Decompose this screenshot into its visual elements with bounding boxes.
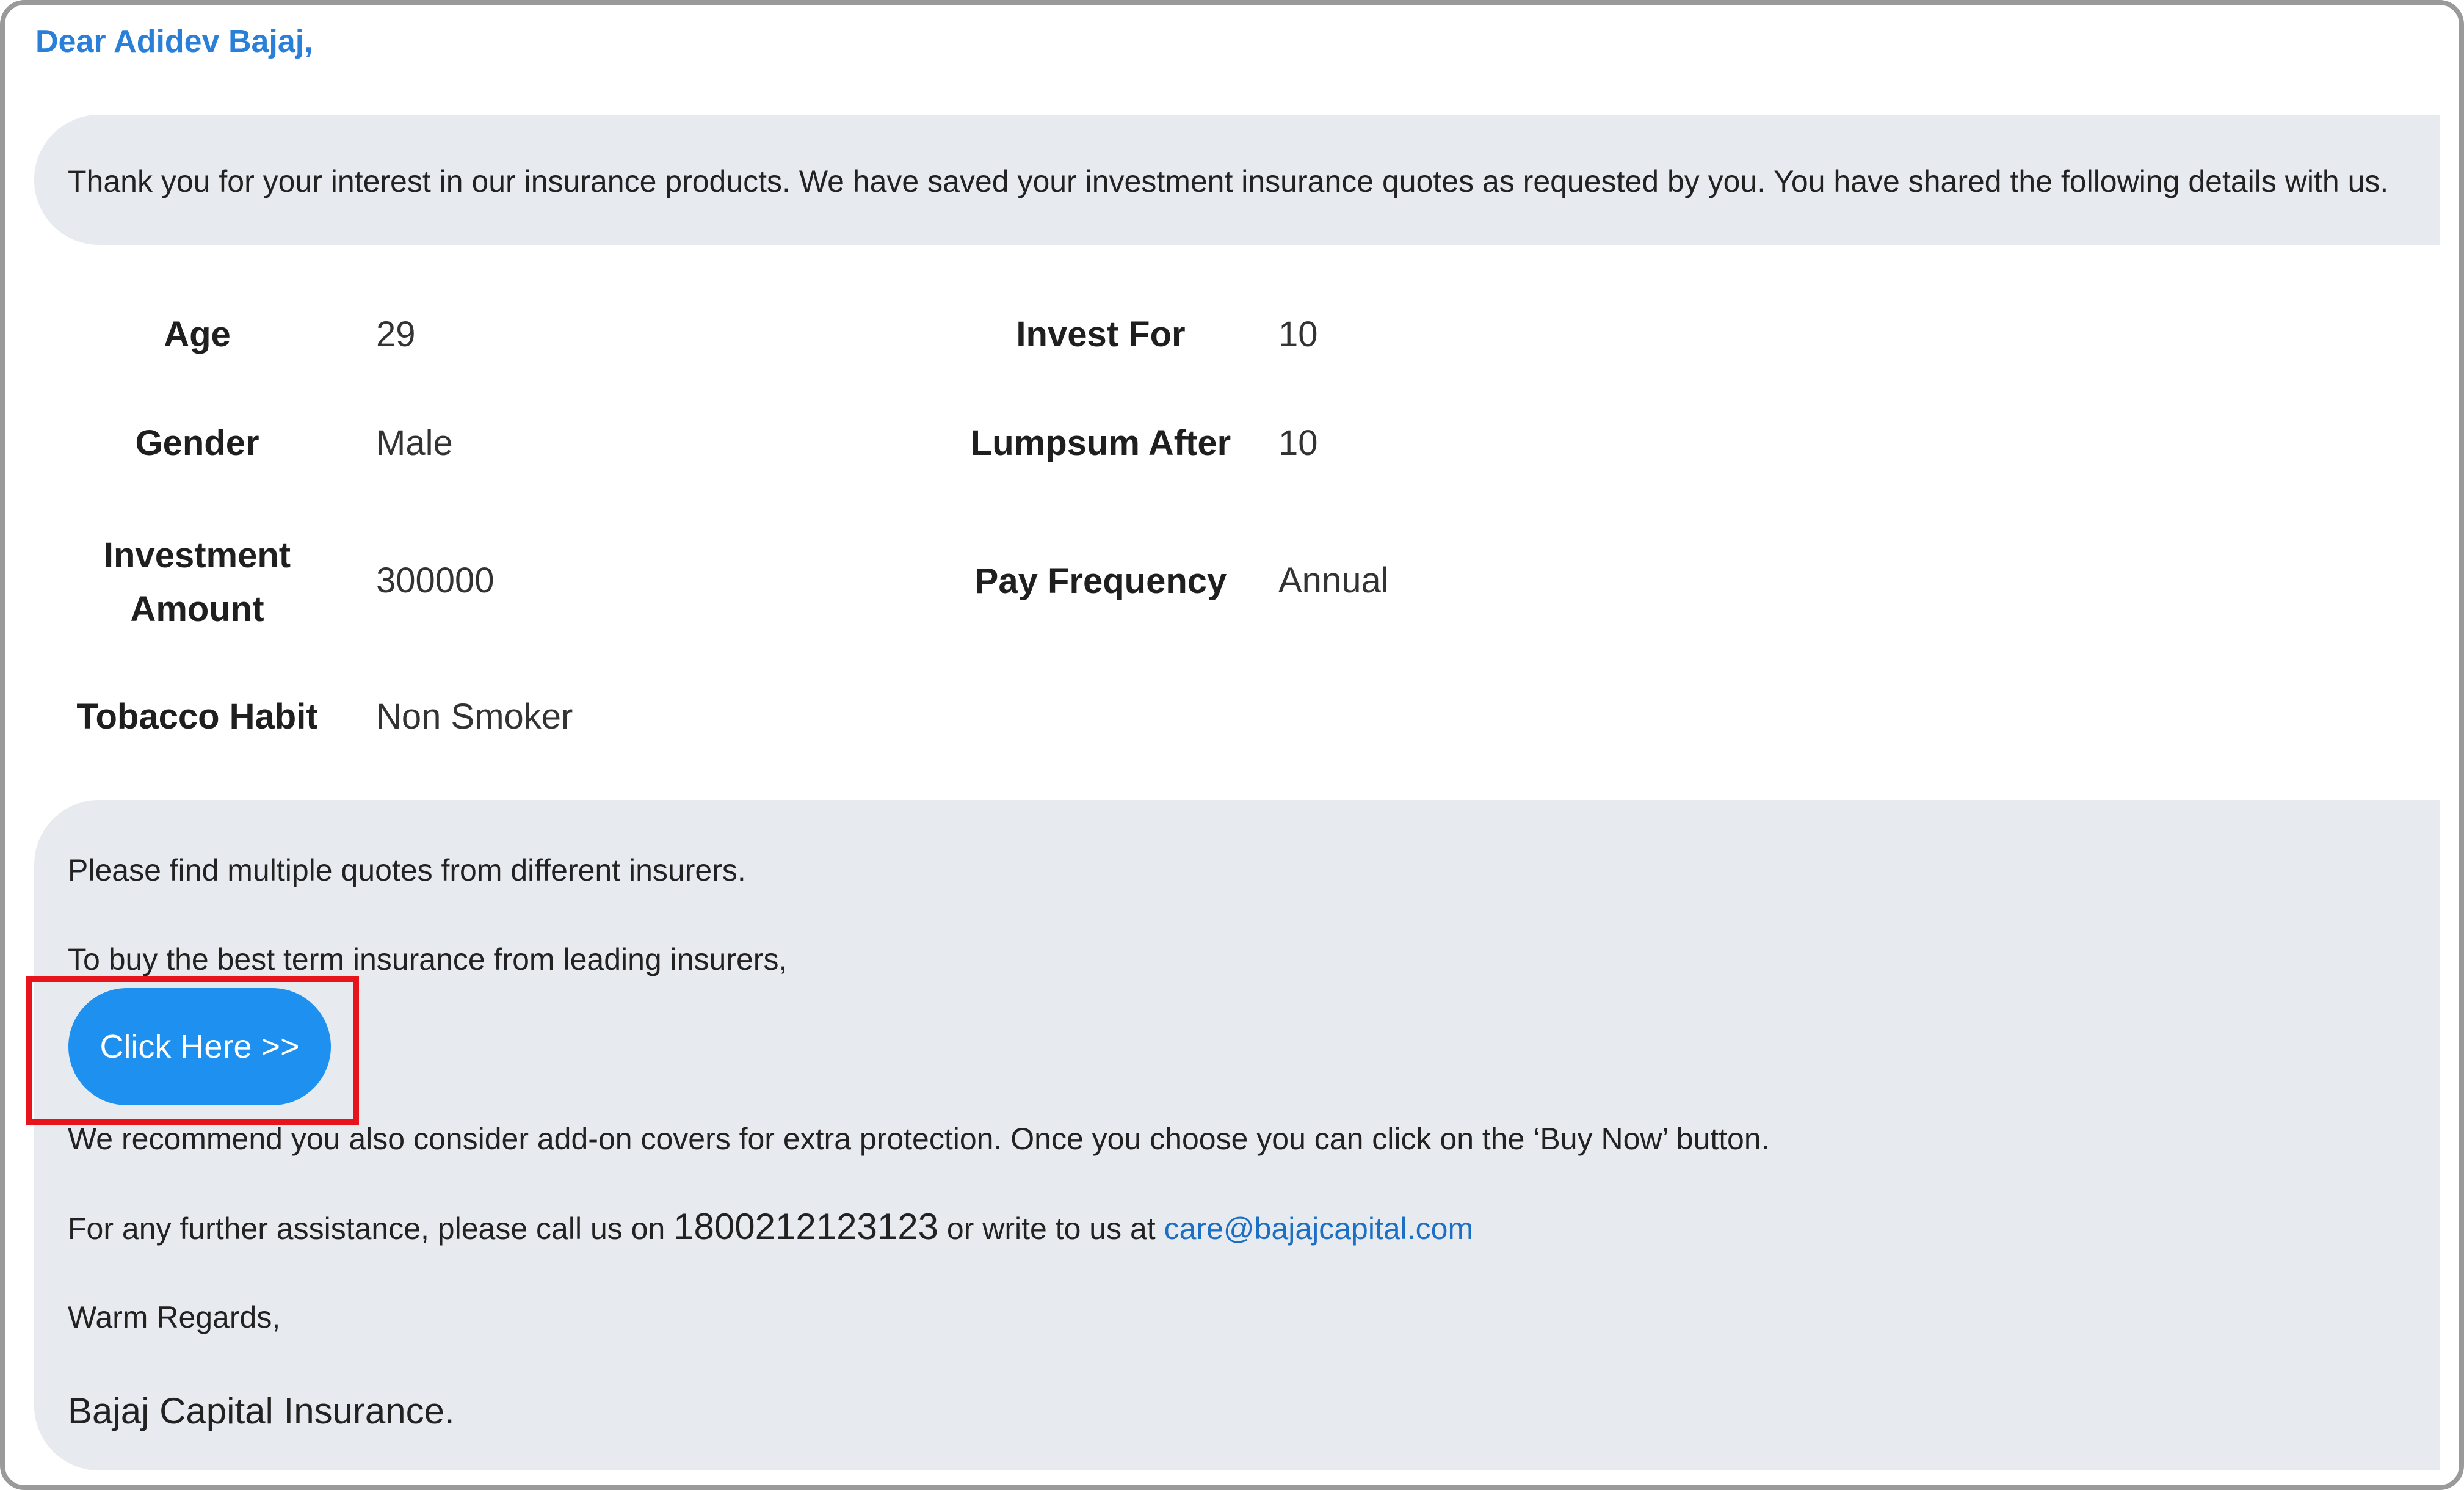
assistance-middle: or write to us at	[938, 1212, 1164, 1246]
investment-amount-value: 300000	[376, 561, 495, 600]
invest-for-value: 10	[1278, 314, 1318, 354]
investment-label-line2: Amount	[130, 589, 264, 629]
age-label: Age	[164, 314, 231, 354]
tobacco-habit-label: Tobacco Habit	[76, 697, 318, 736]
intro-panel: Thank you for your interest in our insur…	[34, 115, 2440, 245]
age-value: 29	[376, 314, 416, 354]
signature-text: Bajaj Capital Insurance.	[68, 1390, 455, 1431]
assistance-prefix: For any further assistance, please call …	[68, 1212, 674, 1246]
click-here-button[interactable]: Click Here >>	[68, 988, 331, 1105]
pay-frequency-value: Annual	[1278, 561, 1389, 600]
email-link[interactable]: care@bajajcapital.com	[1164, 1212, 1474, 1246]
quotes-line-2: To buy the best term insurance from lead…	[68, 942, 788, 976]
email-view: Dear Adidev Bajaj, Thank you for your in…	[0, 0, 2464, 1490]
pay-frequency-label: Pay Frequency	[974, 561, 1227, 601]
assistance-line: For any further assistance, please call …	[68, 1205, 1473, 1248]
quotes-line-1: Please find multiple quotes from differe…	[68, 853, 746, 887]
lumpsum-after-label: Lumpsum After	[970, 423, 1231, 463]
gender-value: Male	[376, 423, 453, 463]
quotes-panel: Please find multiple quotes from differe…	[34, 800, 2440, 1470]
investment-label-line1: Investment	[103, 536, 291, 575]
quotes-line-3: We recommend you also consider add-on co…	[68, 1122, 1770, 1156]
phone-number: 1800212123123	[673, 1206, 938, 1247]
gender-label: Gender	[135, 423, 259, 463]
regards-text: Warm Regards,	[68, 1300, 281, 1334]
lumpsum-after-value: 10	[1278, 423, 1318, 463]
invest-for-label: Invest For	[1016, 314, 1186, 354]
investment-amount-label: Investment Amount	[78, 529, 316, 636]
intro-text: Thank you for your interest in our insur…	[68, 164, 2389, 198]
tobacco-habit-value: Non Smoker	[376, 697, 573, 736]
greeting-text: Dear Adidev Bajaj,	[35, 24, 313, 59]
